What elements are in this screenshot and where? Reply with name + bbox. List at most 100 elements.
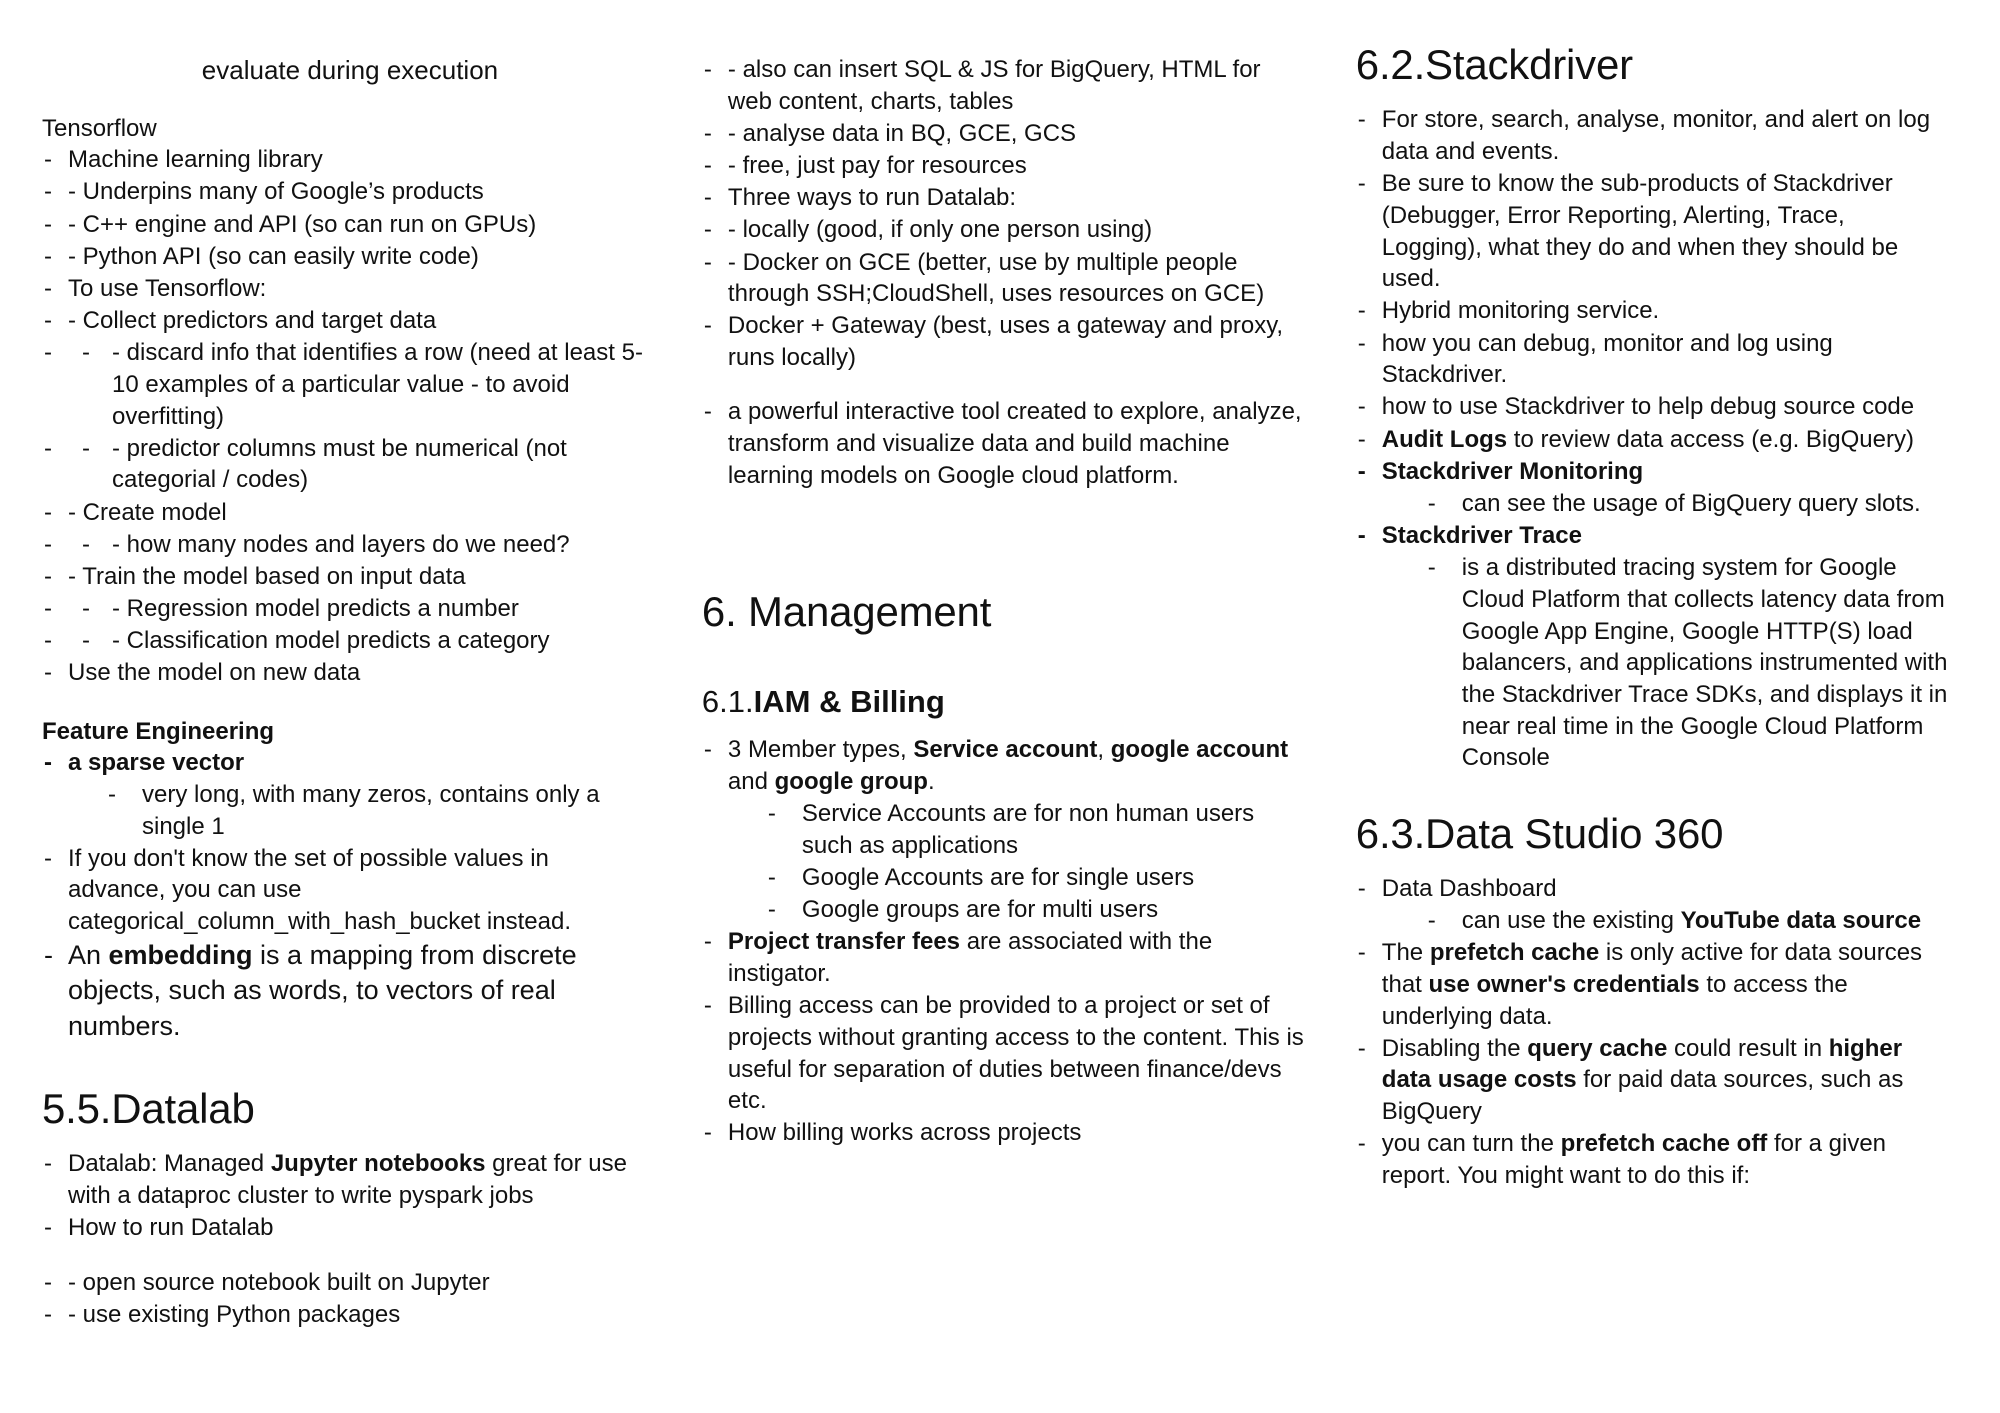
bullet-dash: -: [767, 896, 776, 924]
list-item: -- Python API (so can easily write code): [42, 241, 648, 273]
list-item: -- Collect predictors and target data: [42, 305, 648, 337]
list-item: --- Classification model predicts a cate…: [42, 625, 648, 657]
iam-billing-heading: 6.1.IAM & Billing: [702, 683, 1310, 720]
bullet-dash: -: [44, 1150, 52, 1178]
text-run: you can turn the: [1381, 1130, 1561, 1158]
list-item-text: - Underpins many of Google’s products: [68, 178, 484, 206]
list-item: - Stackdriver Monitoring: [1356, 456, 1950, 488]
list-item: - If you don't know the set of possible v…: [42, 843, 648, 938]
list-item-text: - Regression model predicts a number: [112, 595, 519, 623]
bullet-dash: -: [1357, 1130, 1366, 1158]
bullet-dash: -: [703, 248, 712, 276]
list-item: --- Regression model predicts a number: [42, 593, 648, 625]
bullet-dash: -: [44, 595, 52, 623]
bullet-dash-inner: -: [82, 595, 90, 623]
list-item: - how you can debug, monitor and log usin…: [1356, 328, 1950, 391]
bullet-dash-inner: -: [82, 627, 90, 655]
list-item-text: Audit Logs to review data access (e.g. B…: [1382, 426, 1914, 453]
list-item-text: can use the existing YouTube data source: [1462, 907, 1921, 934]
bullet-dash: -: [44, 530, 52, 558]
list-item-text: - C++ engine and API (so can run on GPUs…: [68, 210, 537, 238]
list-item-text: - use existing Python packages: [68, 1300, 401, 1328]
bullet-dash: -: [1357, 522, 1366, 550]
list-item: - Disabling the query cache could result …: [1356, 1033, 1950, 1128]
bullet-dash: -: [1357, 170, 1366, 198]
bullet-dash: -: [1357, 106, 1366, 134]
list-item: - how to use Stackdriver to help debug so…: [1356, 391, 1950, 423]
bullet-dash: -: [1357, 393, 1366, 421]
bullet-dash: -: [1357, 874, 1366, 902]
bullet-dash: -: [703, 1119, 712, 1147]
list-item: - Hybrid monitoring service.: [1356, 295, 1950, 327]
bullet-dash: -: [703, 216, 712, 244]
list-item-text: Datalab: Managed Jupyter notebooks great…: [68, 1150, 627, 1209]
list-item: -- Create model: [42, 497, 648, 529]
text-run: and: [727, 767, 775, 795]
text-run-bold: use owner's credentials: [1428, 970, 1700, 998]
list-item: - Datalab: Managed Jupyter notebooks grea…: [42, 1148, 648, 1211]
bullet-dash: -: [44, 562, 52, 590]
document-page: evaluate during execution Tensorflow - Ma…: [0, 0, 2000, 1413]
list-item-text: how to use Stackdriver to help debug sou…: [1381, 393, 1915, 421]
bullet-dash: -: [703, 928, 712, 956]
management-heading: 6. Management: [701, 587, 992, 635]
list-item: - is a distributed tracing system for Go…: [1356, 552, 1950, 774]
bullet-dash: -: [703, 119, 712, 147]
list-item: - Stackdriver Trace: [1356, 520, 1950, 552]
text-run: ,: [1097, 736, 1111, 764]
text-run-bold: prefetch cache: [1429, 939, 1600, 967]
bullet-dash: -: [1357, 329, 1366, 357]
list-item: -- C++ engine and API (so can run on GPU…: [42, 209, 648, 241]
bullet-dash: -: [703, 312, 712, 340]
column-right: 6.2.Stackdriver - For store, search, anal…: [1344, 40, 1950, 1192]
list-item-text: If you don't know the set of possible va…: [68, 844, 571, 936]
bullet-dash: -: [44, 274, 52, 302]
column-left: evaluate during execution Tensorflow - Ma…: [42, 40, 688, 1331]
powerful-tool-list: -a powerful interactive tool created to …: [702, 396, 1310, 491]
bullet-dash: -: [1357, 425, 1366, 453]
list-item: - How to run Datalab: [42, 1212, 648, 1244]
list-item-text: very long, with many zeros, contains onl…: [142, 780, 600, 840]
datalab-list-2: -- open source notebook built on Jupyter…: [42, 1267, 648, 1331]
column-middle: -- also can insert SQL & JS for BigQuery…: [688, 40, 1344, 1150]
list-item: -- locally (good, if only one person usi…: [702, 214, 1310, 246]
bullet-dash: -: [44, 1268, 52, 1296]
list-item: - Google groups are for multi users: [702, 894, 1310, 926]
list-item-text: - how many nodes and layers do we need?: [112, 530, 570, 558]
list-item: - An embedding is a mapping from discrete…: [42, 938, 648, 1043]
bullet-dash: -: [44, 844, 52, 872]
list-item: - Project transfer fees are associated wi…: [702, 926, 1310, 989]
list-item-text: Service Accounts are for non human users…: [801, 800, 1255, 859]
list-item-text: - Docker on GCE (better, use by multiple…: [727, 248, 1265, 308]
list-item-text: The prefetch cache is only active for da…: [1382, 939, 1922, 1029]
bullet-dash: -: [703, 398, 712, 426]
list-item: - Audit Logs to review data access (e.g. …: [1356, 424, 1950, 456]
text-run-bold: YouTube data source: [1680, 907, 1922, 935]
list-item: --- discard info that identifies a row (…: [42, 337, 648, 432]
datalab-heading: 5.5.Datalab: [42, 1085, 255, 1133]
list-item-text: Billing access can be provided to a proj…: [727, 992, 1304, 1115]
bullet-dash: -: [1357, 297, 1366, 325]
list-item-text: Data Dashboard: [1381, 874, 1557, 902]
heading-title: IAM & Billing: [753, 684, 945, 720]
list-item: - very long, with many zeros, contains on…: [42, 779, 648, 842]
list-item: - Be sure to know the sub-products of Sta…: [1356, 168, 1950, 295]
list-item: - you can turn the prefetch cache off for…: [1356, 1128, 1950, 1191]
text-run-bold: google account: [1110, 736, 1289, 764]
list-item: - To use Tensorflow:: [42, 273, 648, 305]
bullet-dash: -: [1357, 1034, 1366, 1062]
text-run-bold: Project transfer fees: [727, 928, 961, 956]
list-item: - Service Accounts are for non human user…: [702, 798, 1310, 861]
text-run: .: [927, 767, 935, 795]
tensorflow-title: Tensorflow: [42, 114, 157, 142]
list-item: -a sparse vector: [42, 747, 648, 779]
bullet-dash: -: [703, 736, 712, 764]
datalab-list: - Datalab: Managed Jupyter notebooks grea…: [42, 1148, 648, 1244]
list-item-text: Docker + Gateway (best, uses a gateway a…: [727, 312, 1284, 372]
